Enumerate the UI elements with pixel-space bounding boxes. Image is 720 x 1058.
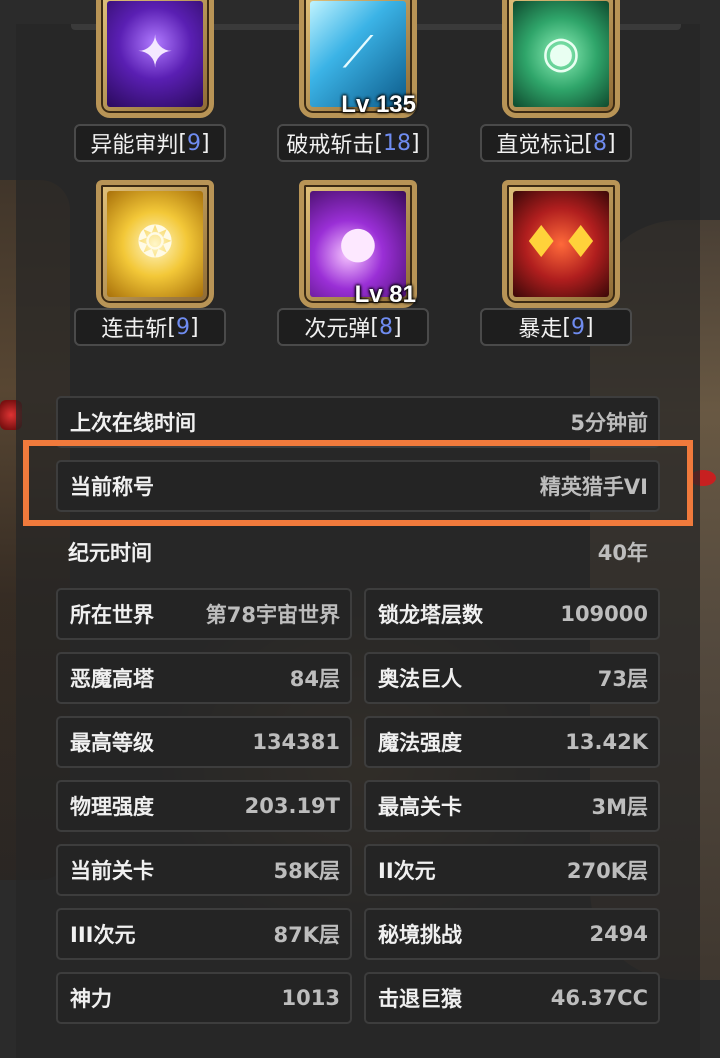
stat-value: 1013 <box>281 986 340 1010</box>
stat-value: 3M层 <box>591 795 648 819</box>
skill-level-badge: Lv 135 <box>341 91 416 118</box>
skill-frame: ❂ <box>96 180 214 308</box>
stat-label: 当前关卡 <box>70 859 154 883</box>
skill-label: 破戒斩击[18] <box>277 124 429 162</box>
stat-value: 87K层 <box>273 923 341 947</box>
skill-label: 暴走[9] <box>480 308 632 346</box>
stat-value: 134381 <box>252 730 340 754</box>
stat-label: 锁龙塔层数 <box>378 603 483 627</box>
era-time-value: 40年 <box>597 541 648 565</box>
highlight-box <box>23 440 693 526</box>
stat-value: 第78宇宙世界 <box>205 603 340 627</box>
stat-label: 秘境挑战 <box>378 923 462 947</box>
stat-cell: 当前关卡 58K层 <box>56 844 352 896</box>
stat-value: 2494 <box>589 922 648 946</box>
stat-label: 物理强度 <box>70 795 154 819</box>
stat-cell: 所在世界 第78宇宙世界 <box>56 588 352 640</box>
stat-cell: 神力 1013 <box>56 972 352 1024</box>
stat-cell: III次元 87K层 <box>56 908 352 960</box>
stat-value: 270K层 <box>566 859 648 883</box>
stat-cell: 锁龙塔层数 109000 <box>364 588 660 640</box>
skill-frame: ♦♦ <box>502 180 620 308</box>
skill-label: 次元弹[8] <box>277 308 429 346</box>
era-time-row: 纪元时间 40年 <box>56 532 660 572</box>
era-time-label: 纪元时间 <box>68 541 152 565</box>
stat-label: 神力 <box>70 987 112 1011</box>
stat-label: 魔法强度 <box>378 731 462 755</box>
stat-value: 58K层 <box>273 859 341 883</box>
last-online-label: 上次在线时间 <box>70 411 196 435</box>
green-eye-icon: ◉ <box>513 1 609 107</box>
skill-frame: ◉ <box>502 0 620 118</box>
stat-value: 73层 <box>597 667 648 691</box>
stat-cell: 秘境挑战 2494 <box>364 908 660 960</box>
stat-value: 46.37CC <box>550 986 648 1010</box>
stat-label: 恶魔高塔 <box>70 667 154 691</box>
stat-cell: 魔法强度 13.42K <box>364 716 660 768</box>
stat-value: 13.42K <box>565 730 648 754</box>
stat-label: 奥法巨人 <box>378 667 462 691</box>
skill-label: 异能审判[9] <box>74 124 226 162</box>
stat-cell: 物理强度 203.19T <box>56 780 352 832</box>
stat-label: 所在世界 <box>70 603 154 627</box>
stat-cell: 最高等级 134381 <box>56 716 352 768</box>
red-demon-face-icon: ♦♦ <box>513 191 609 297</box>
skill-label: 连击斩[9] <box>74 308 226 346</box>
stat-cell: 最高关卡 3M层 <box>364 780 660 832</box>
stat-label: 最高关卡 <box>378 795 462 819</box>
skill-level-badge: Lv 81 <box>354 281 416 308</box>
skill-frame: ● Lv 81 <box>299 180 417 308</box>
stat-cell: 击退巨猿 46.37CC <box>364 972 660 1024</box>
last-online-value: 5分钟前 <box>570 411 648 435</box>
skill-frame: ⟋ Lv 135 <box>299 0 417 118</box>
stat-cell: 奥法巨人 73层 <box>364 652 660 704</box>
stat-label: 击退巨猿 <box>378 987 462 1011</box>
stat-value: 203.19T <box>244 794 340 818</box>
stat-value: 109000 <box>560 602 648 626</box>
skill-label: 直觉标记[8] <box>480 124 632 162</box>
stat-cell: 恶魔高塔 84层 <box>56 652 352 704</box>
stat-value: 84层 <box>289 667 340 691</box>
stat-label: II次元 <box>378 859 436 883</box>
stat-label: 最高等级 <box>70 731 154 755</box>
purple-star-icon: ✦ <box>107 1 203 107</box>
skill-frame: ✦ <box>96 0 214 118</box>
stat-cell: II次元 270K层 <box>364 844 660 896</box>
stat-label: III次元 <box>70 923 136 947</box>
yellow-swirl-icon: ❂ <box>107 191 203 297</box>
